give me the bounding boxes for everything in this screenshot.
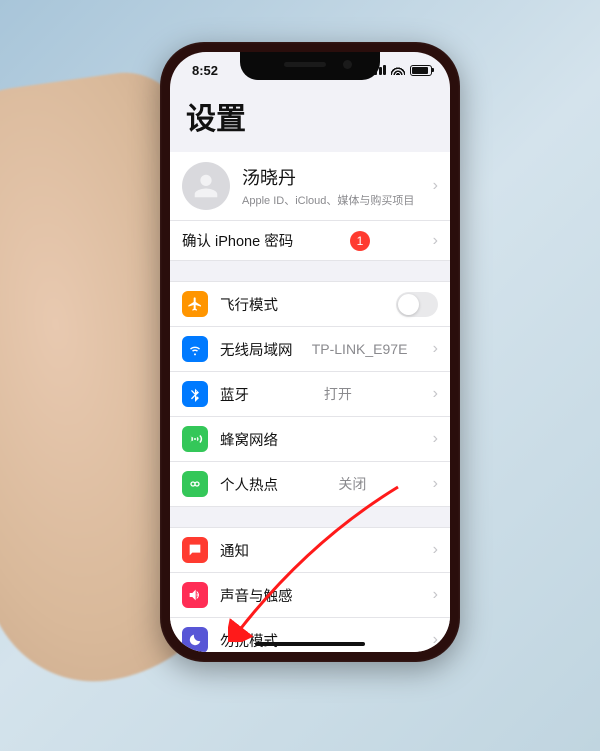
profile-name: 汤晓丹 [242,164,414,190]
chevron-right-icon: › [427,541,438,559]
chevron-right-icon: › [427,586,438,604]
wifi-detail: TP-LINK_E97E [312,341,408,357]
chevron-right-icon: › [427,631,438,649]
cellular-icon [182,426,208,452]
bluetooth-detail: 打开 [324,384,352,404]
chevron-right-icon: › [427,385,438,403]
hotspot-detail: 关闭 [338,474,366,494]
person-icon [191,171,221,201]
profile-subtitle: Apple ID、iCloud、媒体与购买项目 [242,192,414,208]
phone-frame: 8:52 设置 汤晓丹 Apple ID、iCloud、媒体与购买项目 › [160,42,460,662]
cellular-row[interactable]: 蜂窝网络 › [170,417,450,462]
cellular-label: 蜂窝网络 [220,429,278,450]
notch [240,52,380,80]
confirm-password-label: 确认 iPhone 密码 [182,230,293,251]
moon-icon [182,627,208,652]
chevron-right-icon: › [427,177,438,195]
wifi-icon [391,65,405,75]
airplane-label: 飞行模式 [220,294,278,315]
notifications-icon [182,537,208,563]
dnd-row[interactable]: 勿扰模式 › [170,618,450,652]
sounds-row[interactable]: 声音与触感 › [170,573,450,618]
airplane-toggle[interactable] [396,292,438,317]
hotspot-row[interactable]: 个人热点 关闭 › [170,462,450,507]
notifications-label: 通知 [220,540,249,561]
airplane-mode-row[interactable]: 飞行模式 [170,281,450,327]
apple-id-row[interactable]: 汤晓丹 Apple ID、iCloud、媒体与购买项目 › [170,152,450,221]
hotspot-icon [182,471,208,497]
wifi-label: 无线局域网 [220,339,293,360]
group-profile: 汤晓丹 Apple ID、iCloud、媒体与购买项目 › 确认 iPhone … [170,152,450,261]
wifi-row[interactable]: 无线局域网 TP-LINK_E97E › [170,327,450,372]
chevron-right-icon: › [427,340,438,358]
chevron-right-icon: › [427,232,438,250]
status-time: 8:52 [192,63,218,78]
dnd-label: 勿扰模式 [220,630,278,651]
hotspot-label: 个人热点 [220,474,278,495]
bluetooth-icon [182,381,208,407]
home-indicator[interactable] [255,642,365,646]
bluetooth-label: 蓝牙 [220,384,249,405]
notifications-row[interactable]: 通知 › [170,527,450,573]
alert-badge: 1 [350,231,370,251]
group-network: 飞行模式 无线局域网 TP-LINK_E97E › 蓝牙 打开 › [170,281,450,507]
phone-screen: 8:52 设置 汤晓丹 Apple ID、iCloud、媒体与购买项目 › [170,52,450,652]
airplane-icon [182,291,208,317]
battery-icon [410,65,432,76]
avatar [182,162,230,210]
sounds-icon [182,582,208,608]
chevron-right-icon: › [427,430,438,448]
confirm-password-row[interactable]: 确认 iPhone 密码 1 › [170,221,450,261]
profile-text: 汤晓丹 Apple ID、iCloud、媒体与购买项目 [242,164,414,208]
wifi-settings-icon [182,336,208,362]
sounds-label: 声音与触感 [220,585,293,606]
page-title: 设置 [170,88,450,152]
bluetooth-row[interactable]: 蓝牙 打开 › [170,372,450,417]
chevron-right-icon: › [427,475,438,493]
group-notify: 通知 › 声音与触感 › 勿扰模式 › 屏幕使 [170,527,450,652]
